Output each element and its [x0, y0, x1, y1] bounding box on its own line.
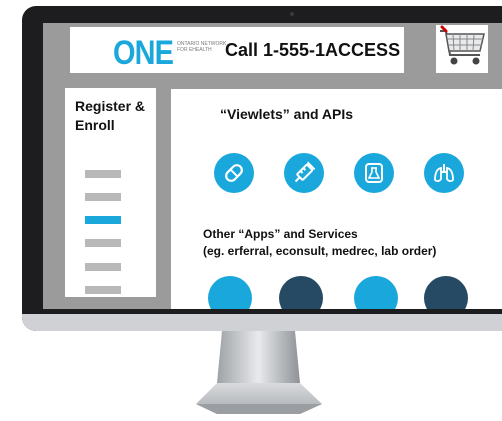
flask-icon[interactable] — [354, 153, 394, 193]
viewlets-title: “Viewlets” and APIs — [220, 106, 354, 122]
app-circle-3[interactable] — [354, 276, 398, 309]
main-panel: “Viewlets” and APIs Other “Apps” and Ser… — [171, 89, 502, 309]
shopping-cart-icon[interactable] — [436, 25, 488, 73]
syringe-icon[interactable] — [284, 153, 324, 193]
logo-subtitle-line2: FOR EHEALTH — [177, 47, 212, 53]
sidebar-item-active[interactable] — [85, 216, 121, 224]
sidebar-item[interactable] — [85, 286, 121, 294]
camera-dot — [290, 12, 294, 16]
pill-icon[interactable] — [214, 153, 254, 193]
sidebar-item[interactable] — [85, 170, 121, 178]
register-enroll-title[interactable]: Register & Enroll — [75, 97, 155, 135]
call-text[interactable]: Call 1-555-1ACCESS — [225, 40, 400, 61]
logo-subtitle: ONTARIO NETWORK FOR EHEALTH — [177, 41, 226, 53]
sidebar-item[interactable] — [85, 239, 121, 247]
app-circle-4[interactable] — [424, 276, 468, 309]
apps-title: Other “Apps” and Services (eg. erferral,… — [203, 226, 436, 260]
apps-title-line2: (eg. erferral, econsult, medrec, lab ord… — [203, 244, 437, 258]
sidebar: Register & Enroll — [65, 88, 156, 297]
lungs-icon[interactable] — [424, 153, 464, 193]
sidebar-item[interactable] — [85, 263, 121, 271]
apps-title-line1: Other “Apps” and Services — [203, 227, 358, 241]
sidebar-item[interactable] — [85, 193, 121, 201]
monitor-chin — [22, 314, 502, 331]
header-bar: ONE ONTARIO NETWORK FOR EHEALTH Call 1-5… — [70, 27, 404, 73]
logo[interactable]: ONE — [113, 36, 174, 70]
app-circle-1[interactable] — [208, 276, 252, 309]
screen: ONE ONTARIO NETWORK FOR EHEALTH Call 1-5… — [43, 23, 502, 309]
app-circle-2[interactable] — [279, 276, 323, 309]
